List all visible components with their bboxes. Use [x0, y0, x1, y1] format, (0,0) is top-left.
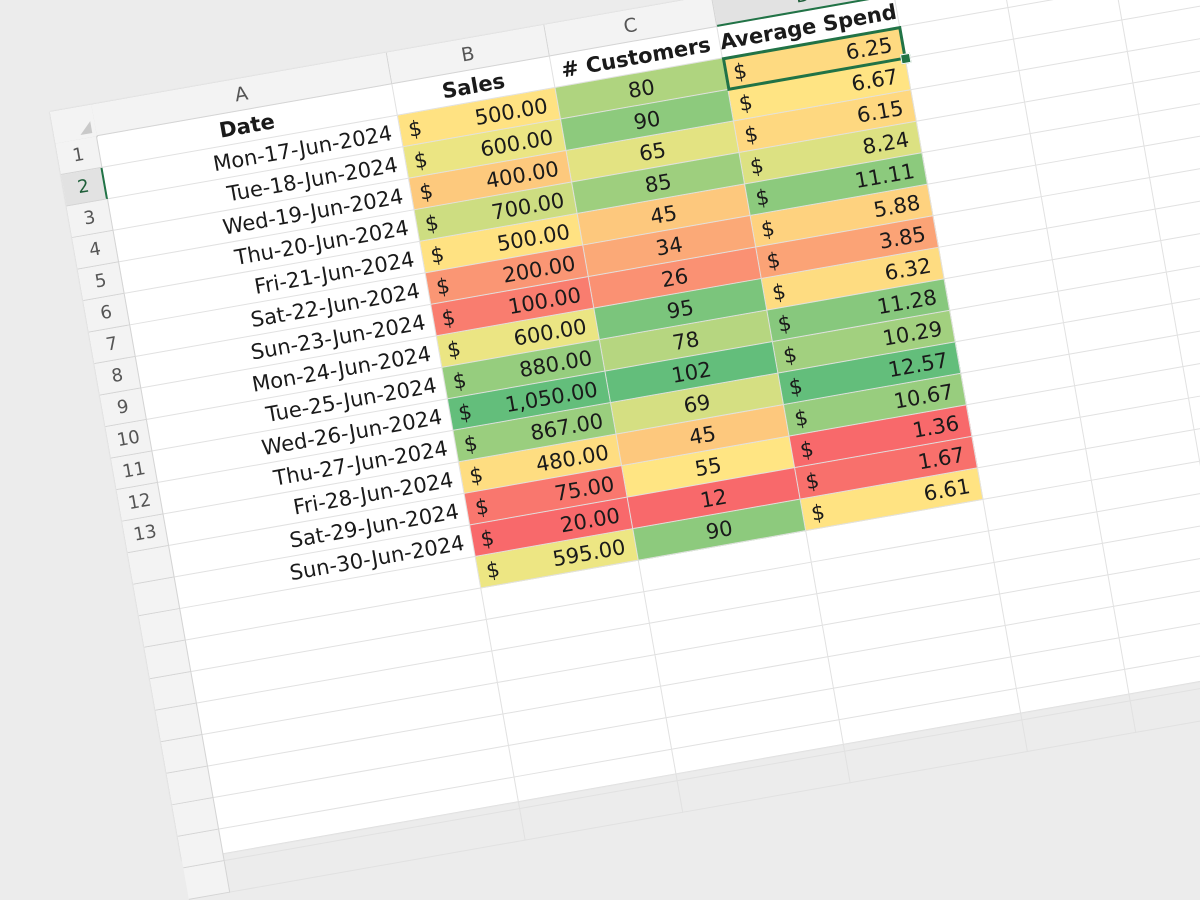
currency-symbol: $ [753, 184, 772, 211]
fill-handle[interactable] [899, 52, 912, 65]
currency-symbol: $ [770, 279, 788, 306]
currency-symbol: $ [445, 336, 463, 363]
currency-symbol: $ [737, 90, 755, 117]
currency-symbol: $ [781, 342, 799, 369]
currency-symbol: $ [809, 499, 827, 526]
currency-symbol: $ [467, 462, 485, 489]
currency-symbol: $ [484, 557, 502, 584]
currency-symbol: $ [742, 121, 760, 148]
currency-symbol: $ [764, 247, 783, 274]
currency-symbol: $ [423, 210, 441, 237]
currency-symbol: $ [406, 115, 424, 142]
currency-symbol: $ [450, 367, 469, 394]
currency-symbol: $ [417, 178, 435, 205]
currency-symbol: $ [412, 147, 430, 174]
currency-symbol: $ [428, 241, 447, 268]
currency-symbol: $ [456, 399, 474, 426]
currency-symbol: $ [462, 431, 480, 457]
currency-symbol: $ [473, 494, 491, 520]
currency-symbol: $ [434, 273, 452, 300]
currency-symbol: $ [798, 436, 816, 463]
currency-symbol: $ [775, 310, 794, 337]
currency-symbol: $ [439, 304, 458, 331]
currency-symbol: $ [478, 525, 497, 552]
spreadsheet-grid[interactable]: ABCDDateSales# CustomersAverage Spend123… [50, 0, 1200, 900]
currency-symbol: $ [759, 216, 777, 243]
currency-symbol: $ [787, 373, 805, 400]
currency-symbol: $ [748, 153, 766, 180]
row-header[interactable] [183, 861, 231, 900]
currency-symbol: $ [803, 468, 822, 495]
currency-symbol: $ [731, 58, 749, 85]
currency-symbol: $ [792, 405, 810, 432]
